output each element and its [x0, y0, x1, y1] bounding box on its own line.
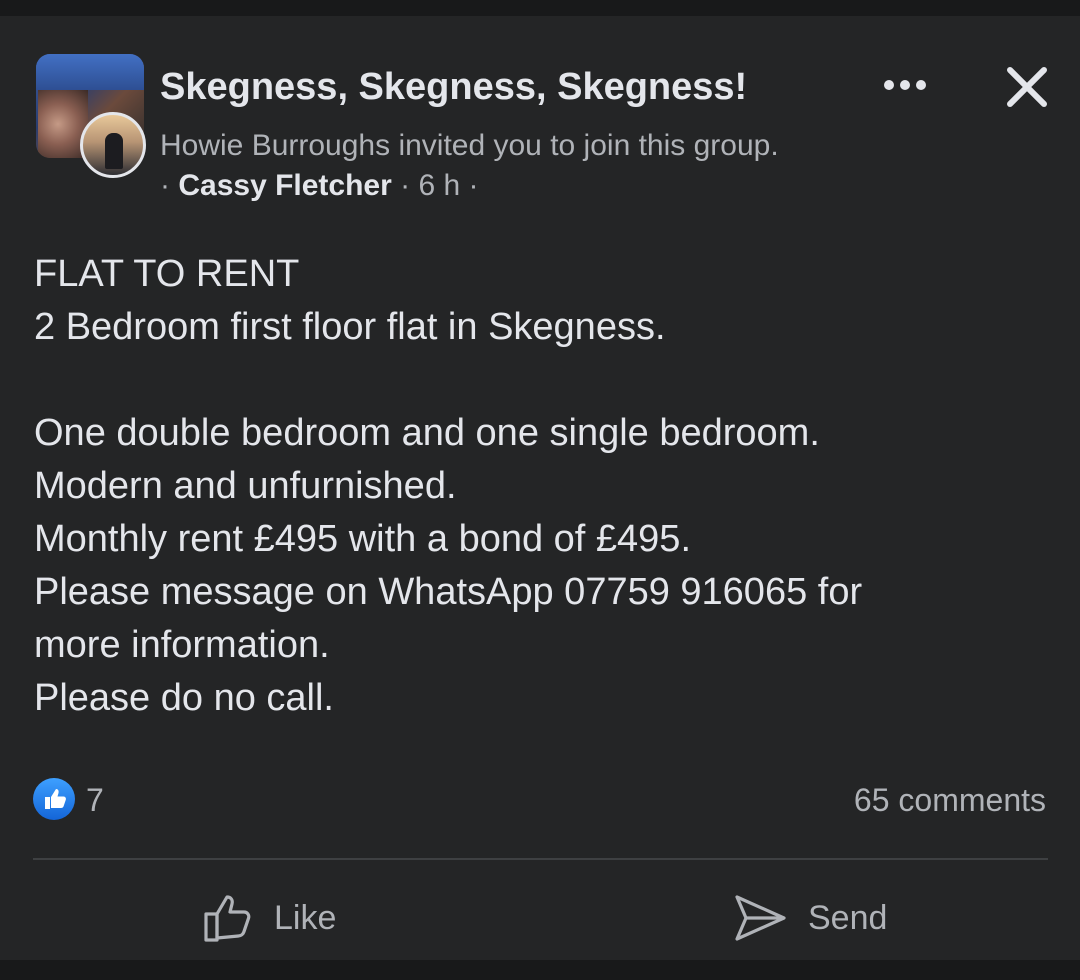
- author-avatar-figure: [105, 133, 123, 169]
- post-text: FLAT TO RENT 2 Bedroom first floor flat …: [34, 248, 1044, 725]
- group-name[interactable]: Skegness, Skegness, Skegness!: [160, 66, 747, 109]
- post-line: One double bedroom and one single bedroo…: [34, 412, 820, 454]
- post-time[interactable]: 6 h: [418, 169, 460, 202]
- bottom-bar: [0, 960, 1080, 980]
- like-reaction-icon[interactable]: [33, 778, 75, 820]
- meta-separator: ·: [160, 169, 170, 202]
- post-line: Please message on WhatsApp 07759 916065 …: [34, 571, 863, 613]
- invite-text: Howie Burroughs invited you to join this…: [160, 129, 779, 162]
- send-button[interactable]: Send: [732, 888, 887, 948]
- meta-separator: ·: [400, 169, 411, 202]
- post-line: more information.: [34, 624, 330, 666]
- post-meta: Howie Burroughs invited you to join this…: [160, 126, 780, 206]
- like-label: Like: [274, 898, 337, 937]
- post-line: 2 Bedroom first floor flat in Skegness.: [34, 306, 666, 348]
- send-label: Send: [808, 898, 888, 937]
- group-avatar-banner: [36, 54, 144, 90]
- post-line: Please do no call.: [34, 677, 334, 719]
- like-button[interactable]: Like: [200, 888, 336, 948]
- more-horizontal-icon[interactable]: [880, 68, 930, 102]
- thumbs-up-icon: [204, 895, 251, 942]
- comments-count[interactable]: 65 comments: [854, 782, 1046, 819]
- close-icon[interactable]: [1004, 64, 1050, 110]
- post-line: Modern and unfurnished.: [34, 465, 457, 507]
- post-line: FLAT TO RENT: [34, 253, 300, 295]
- send-icon: [735, 895, 786, 941]
- author-avatar[interactable]: [80, 112, 146, 178]
- meta-separator: ·: [468, 169, 479, 202]
- top-bar: [0, 0, 1080, 16]
- post-card: Skegness, Skegness, Skegness! Howie Burr…: [0, 16, 1080, 960]
- like-count[interactable]: 7: [86, 782, 104, 819]
- post-line: Monthly rent £495 with a bond of £495.: [34, 518, 692, 560]
- divider: [33, 858, 1048, 860]
- author-name[interactable]: Cassy Fletcher: [178, 169, 391, 202]
